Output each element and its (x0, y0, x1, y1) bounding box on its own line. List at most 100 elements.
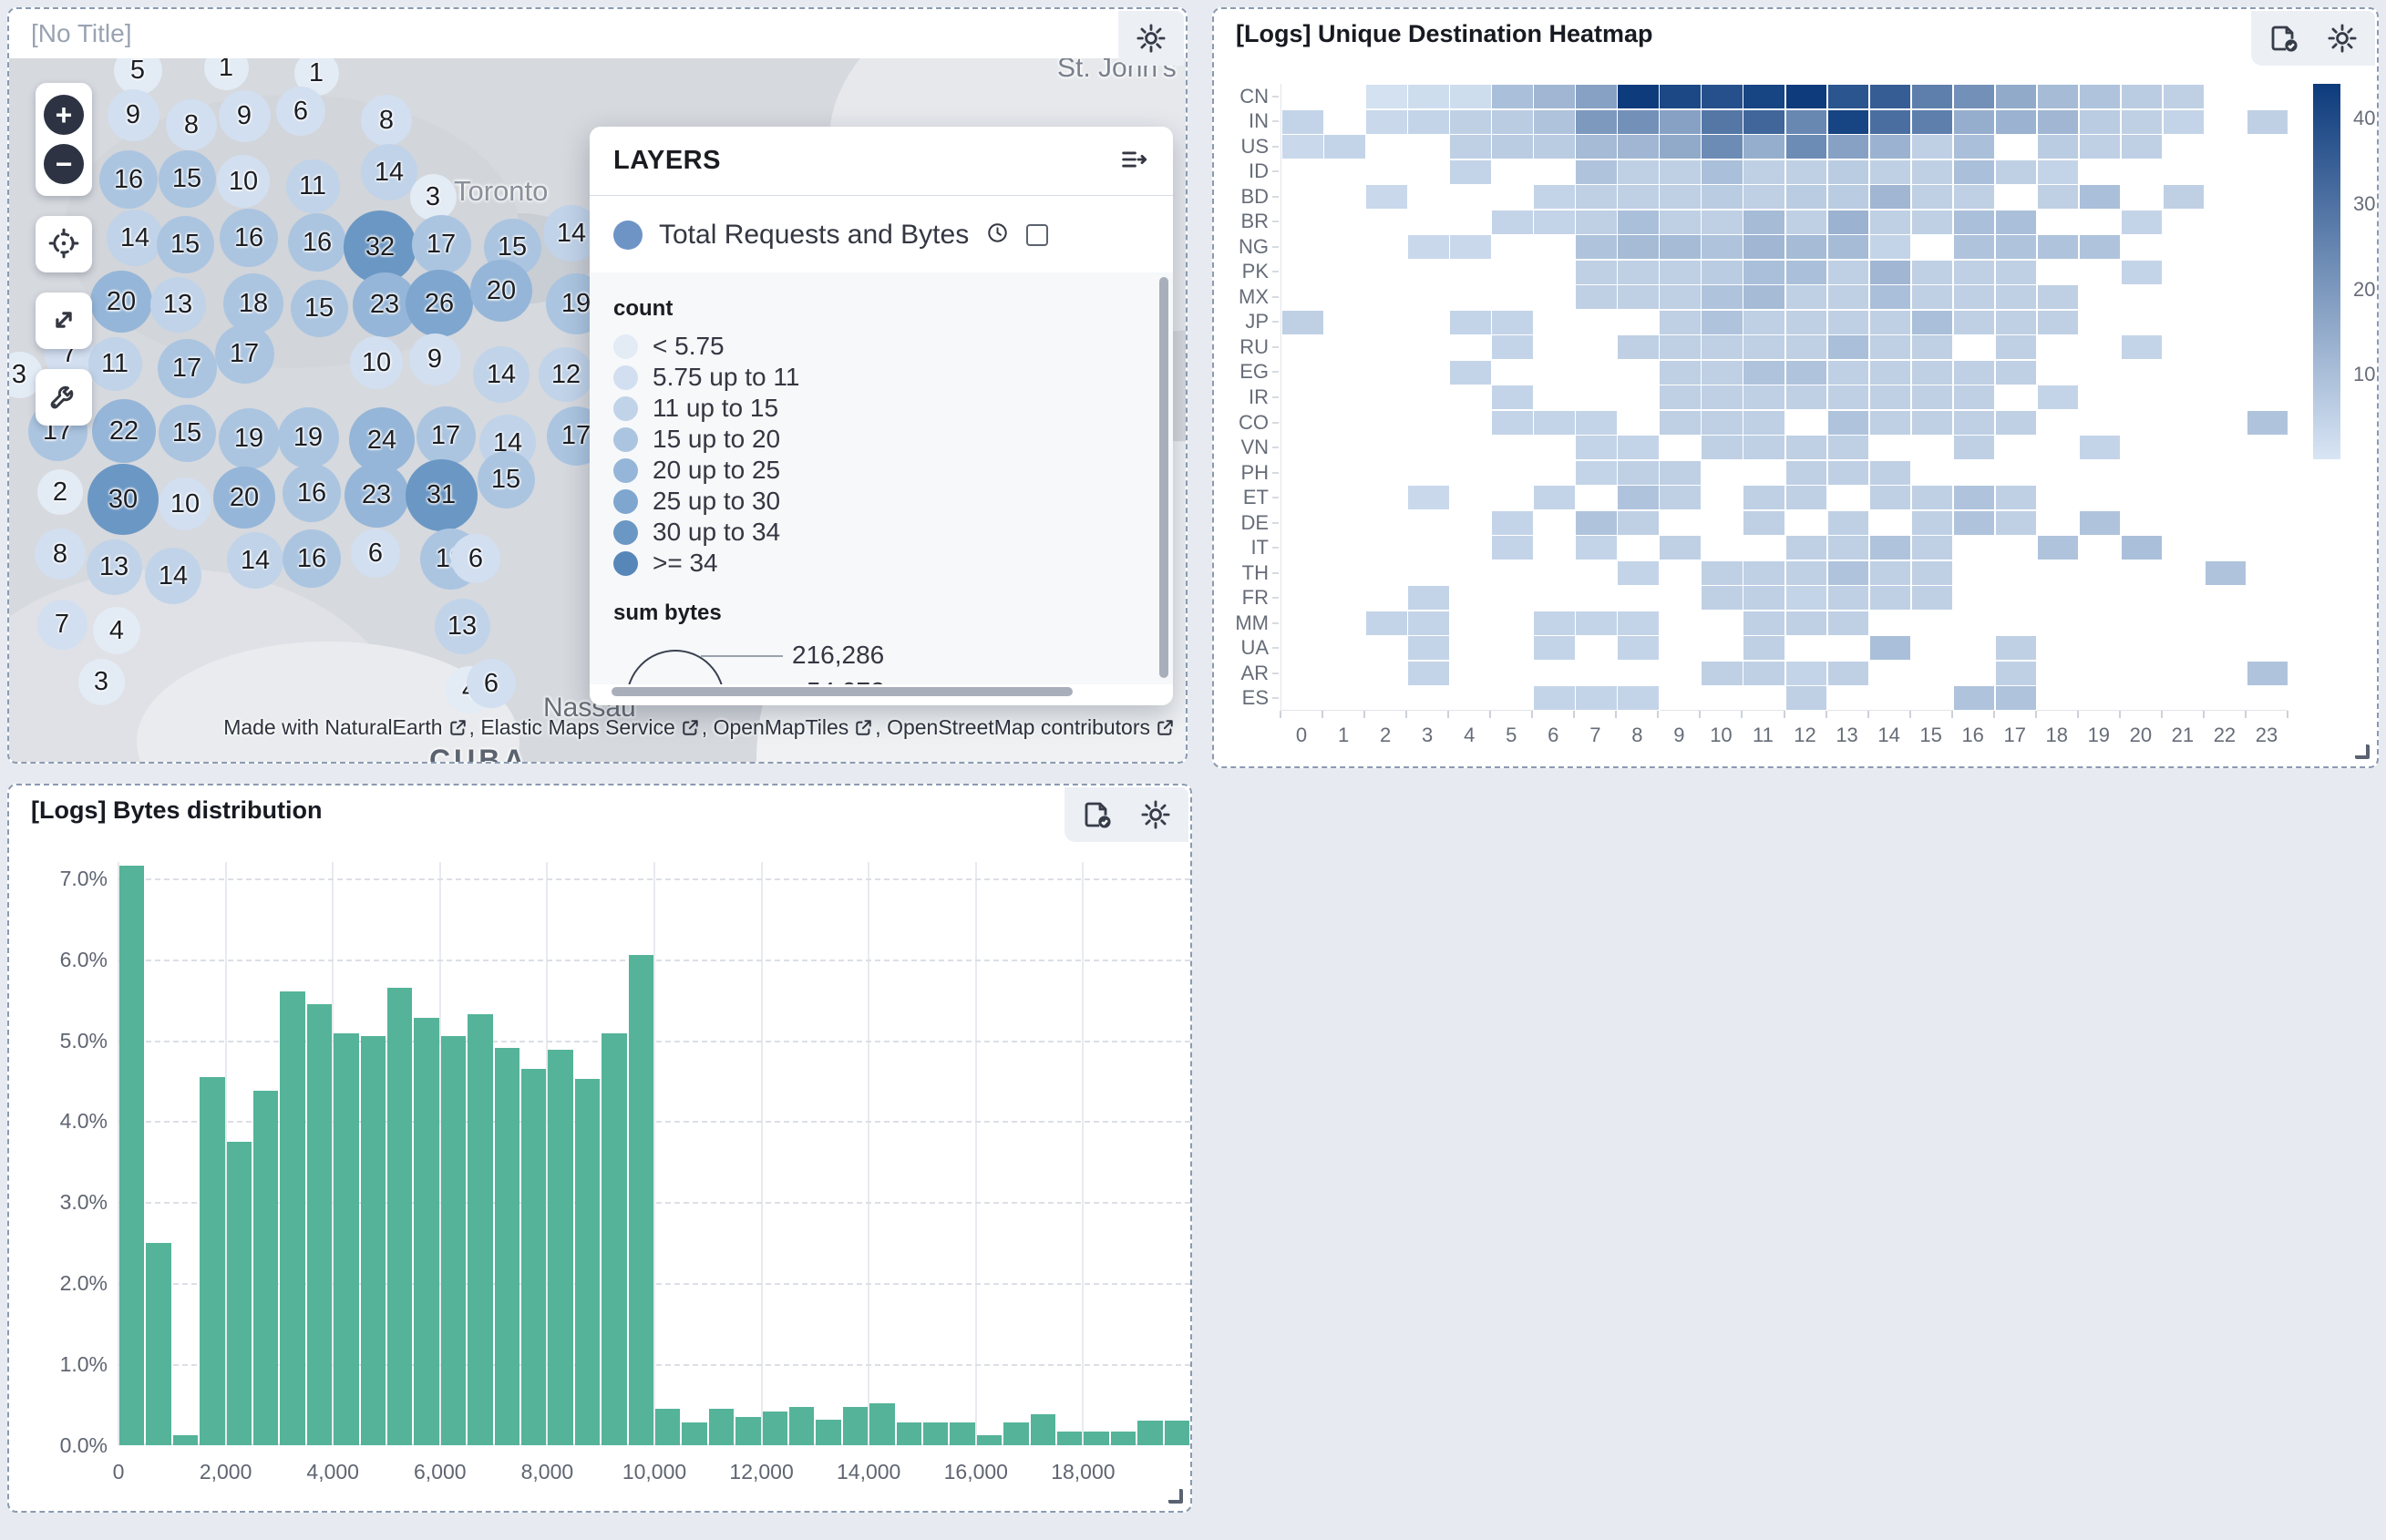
histogram-bar[interactable] (361, 1036, 386, 1445)
heatmap-cell[interactable] (1701, 334, 1743, 360)
heatmap-cell[interactable] (1953, 435, 1996, 460)
cluster-bubble[interactable]: 30 (87, 464, 159, 535)
heatmap-cell[interactable] (1953, 284, 1996, 310)
heatmap-cell[interactable] (1869, 234, 1912, 260)
heatmap-cell[interactable] (1617, 560, 1660, 586)
heatmap-cell[interactable] (1449, 109, 1492, 135)
heatmap-cell[interactable] (1953, 510, 1996, 536)
cluster-bubble[interactable]: 6 (467, 659, 516, 708)
heatmap-cell[interactable] (1533, 109, 1576, 135)
cluster-bubble[interactable]: 19 (278, 407, 339, 468)
heatmap-cell[interactable] (1617, 159, 1660, 185)
heatmap-cell[interactable] (1365, 611, 1408, 636)
heatmap-cell[interactable] (1701, 84, 1743, 109)
heatmap-cell[interactable] (1953, 310, 1996, 335)
heatmap-cell[interactable] (1281, 310, 1324, 335)
heatmap-cell[interactable] (1365, 84, 1408, 109)
histogram-bar[interactable] (495, 1048, 519, 1445)
heatmap-cell[interactable] (1785, 535, 1828, 560)
heatmap-cell[interactable] (1659, 334, 1702, 360)
histogram-bar[interactable] (1057, 1432, 1082, 1445)
heatmap-cell[interactable] (1785, 284, 1828, 310)
heatmap-cell[interactable] (1869, 585, 1912, 611)
heatmap-cell[interactable] (1617, 685, 1660, 711)
histogram-bar[interactable] (789, 1407, 814, 1445)
heatmap-cell[interactable] (1617, 184, 1660, 210)
heatmap-cell[interactable] (1911, 585, 1954, 611)
cluster-bubble[interactable]: 15 (159, 405, 216, 462)
heatmap-cell[interactable] (1743, 109, 1785, 135)
heatmap-cell[interactable] (2247, 109, 2289, 135)
cluster-bubble[interactable]: 10 (217, 155, 270, 208)
heatmap-cell[interactable] (1827, 460, 1870, 486)
heatmap-cell[interactable] (1617, 611, 1660, 636)
heatmap-cell[interactable] (1743, 260, 1785, 285)
layers-vertical-scrollbar[interactable] (1159, 277, 1168, 678)
heatmap-cell[interactable] (1533, 410, 1576, 436)
heatmap-cell[interactable] (1827, 84, 1870, 109)
heatmap-cell[interactable] (1911, 310, 1954, 335)
heatmap-cell[interactable] (1449, 360, 1492, 385)
panel-resize-handle[interactable] (2355, 744, 2370, 759)
heatmap-cell[interactable] (1491, 385, 1534, 410)
heatmap-cell[interactable] (1869, 535, 1912, 560)
histogram-bar[interactable] (173, 1435, 198, 1445)
heatmap-cell[interactable] (1995, 510, 2038, 536)
heatmap-cell[interactable] (1995, 84, 2038, 109)
cluster-bubble[interactable]: 14 (107, 210, 163, 266)
heatmap-cell[interactable] (1827, 510, 1870, 536)
histogram-bar[interactable] (923, 1422, 948, 1445)
heatmap-cell[interactable] (1617, 635, 1660, 661)
layer-visibility-checkbox[interactable] (1026, 224, 1048, 246)
heatmap-cell[interactable] (2121, 535, 2164, 560)
histogram-bar[interactable] (1137, 1421, 1162, 1445)
heatmap-cell[interactable] (1785, 260, 1828, 285)
heatmap-cell[interactable] (2121, 109, 2164, 135)
heatmap-cell[interactable] (1995, 310, 2038, 335)
histogram-bar[interactable] (602, 1033, 626, 1445)
heatmap-cell[interactable] (1575, 685, 1618, 711)
heatmap-cell[interactable] (1701, 134, 1743, 159)
histogram-plot[interactable] (118, 862, 1190, 1445)
heatmap-cell[interactable] (1533, 685, 1576, 711)
heatmap-cell[interactable] (1575, 435, 1618, 460)
heatmap-cell[interactable] (2037, 385, 2080, 410)
heatmap-cell[interactable] (1953, 159, 1996, 185)
heatmap-cell[interactable] (1785, 109, 1828, 135)
cluster-bubble[interactable]: 6 (351, 529, 400, 578)
heatmap-cell[interactable] (1701, 435, 1743, 460)
heatmap-cell[interactable] (1869, 460, 1912, 486)
heatmap-cell[interactable] (1743, 485, 1785, 510)
heatmap-cell[interactable] (1701, 210, 1743, 235)
heatmap-cell[interactable] (1659, 234, 1702, 260)
cluster-bubble[interactable]: 6 (276, 87, 325, 136)
heatmap-cell[interactable] (1911, 84, 1954, 109)
heatmap-cell[interactable] (1953, 360, 1996, 385)
layers-horizontal-scrollbar[interactable] (612, 687, 1073, 696)
cluster-bubble[interactable]: 13 (150, 277, 206, 333)
heatmap-cell[interactable] (1953, 109, 1996, 135)
histogram-bar[interactable] (334, 1033, 358, 1445)
heatmap-cell[interactable] (2163, 109, 2206, 135)
heatmap-cell[interactable] (1659, 184, 1702, 210)
heatmap-cell[interactable] (1785, 661, 1828, 686)
heatmap-cell[interactable] (1617, 109, 1660, 135)
heatmap-cell[interactable] (1533, 485, 1576, 510)
histogram-bar[interactable] (1084, 1432, 1108, 1445)
heatmap-cell[interactable] (1743, 611, 1785, 636)
histogram-bar[interactable] (709, 1409, 734, 1445)
heatmap-cell[interactable] (1827, 234, 1870, 260)
heatmap-cell[interactable] (1659, 410, 1702, 436)
cluster-bubble[interactable]: 17 (215, 324, 274, 384)
heatmap-cell[interactable] (1659, 159, 1702, 185)
cluster-bubble[interactable]: 9 (108, 89, 159, 141)
heatmap-cell[interactable] (1785, 210, 1828, 235)
attribution-link[interactable]: NaturalEarth (324, 715, 442, 739)
heatmap-cell[interactable] (1827, 585, 1870, 611)
heatmap-cell[interactable] (1911, 560, 1954, 586)
cluster-bubble[interactable]: 16 (99, 150, 158, 209)
heatmap-cell[interactable] (1701, 234, 1743, 260)
heatmap-cell[interactable] (1995, 159, 2038, 185)
heatmap-cell[interactable] (1995, 635, 2038, 661)
heatmap-cell[interactable] (1869, 410, 1912, 436)
